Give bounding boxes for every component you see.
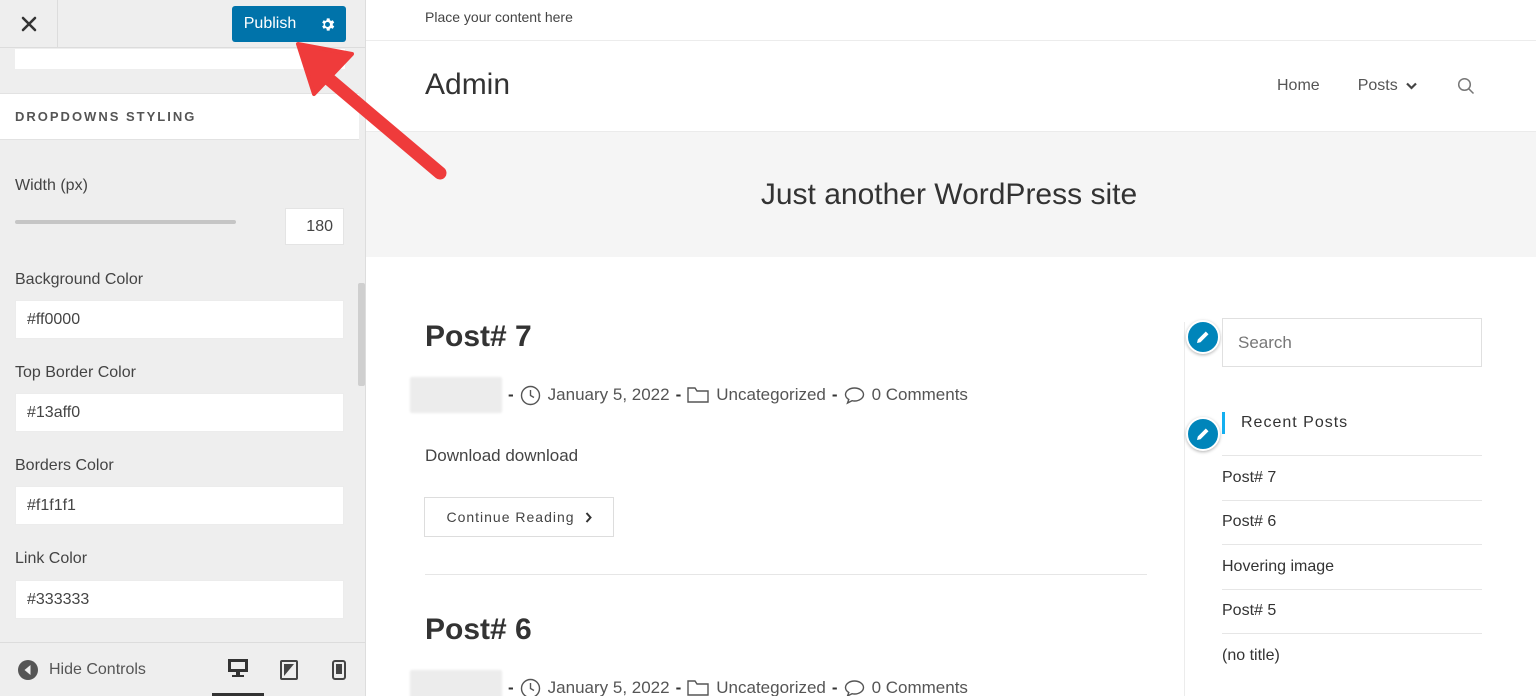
hide-controls-button[interactable]: Hide Controls: [17, 643, 146, 696]
width-number-input[interactable]: 180: [285, 208, 344, 245]
continue-reading-button[interactable]: Continue Reading: [424, 497, 614, 537]
post-category[interactable]: Uncategorized: [687, 678, 826, 696]
site-tagline: Just another WordPress site: [760, 177, 1138, 211]
top-border-color-input[interactable]: #13aff0: [15, 393, 344, 432]
comment-icon: [844, 679, 864, 696]
close-customizer-button[interactable]: [0, 0, 58, 48]
post-category[interactable]: Uncategorized: [687, 385, 826, 405]
list-item[interactable]: Hovering image: [1222, 544, 1482, 589]
desktop-preview-button[interactable]: [212, 643, 264, 696]
post-comments[interactable]: 0 Comments: [844, 385, 968, 405]
post-title[interactable]: Post# 7: [425, 320, 532, 354]
author-blurred: [410, 670, 502, 696]
clock-icon: [520, 678, 540, 696]
edit-shortcut-recent-posts[interactable]: [1186, 417, 1220, 451]
nav-search-toggle[interactable]: [1457, 77, 1475, 95]
nav-home[interactable]: Home: [1277, 77, 1320, 95]
list-item[interactable]: Post# 5: [1222, 588, 1482, 634]
publish-settings-button[interactable]: [308, 6, 346, 42]
width-slider[interactable]: [15, 220, 236, 224]
collapse-arrow-icon: [18, 660, 38, 680]
close-icon: [21, 16, 36, 32]
borders-color-label: Borders Color: [15, 457, 114, 474]
recent-posts-title: Recent Posts: [1222, 412, 1348, 434]
borders-color-input[interactable]: #f1f1f1: [15, 486, 344, 525]
post-date: January 5, 2022: [520, 678, 670, 696]
site-preview: Place your content here Admin Home Posts…: [366, 0, 1536, 696]
width-label: Width (px): [15, 177, 88, 194]
gear-icon: [321, 17, 334, 31]
post-comments[interactable]: 0 Comments: [844, 678, 968, 696]
pencil-icon: [1197, 428, 1209, 440]
comment-icon: [844, 386, 864, 404]
clock-icon: [520, 385, 540, 405]
top-bar-message: Place your content here: [425, 9, 573, 25]
nav-posts-label: Posts: [1357, 77, 1398, 94]
list-item[interactable]: (no title): [1222, 633, 1482, 678]
list-item[interactable]: Post# 6: [1222, 499, 1482, 545]
folder-icon: [687, 680, 709, 696]
sidebar-scrollbar[interactable]: [358, 283, 365, 386]
sidebar-divider: [1184, 322, 1185, 696]
top-border-color-label: Top Border Color: [15, 364, 136, 381]
publish-button[interactable]: Publish: [232, 6, 308, 42]
nav-posts[interactable]: Posts: [1358, 77, 1417, 95]
annotation-arrow: [296, 42, 447, 180]
publish-group: Publish: [232, 6, 346, 42]
sidebar-search-input[interactable]: [1222, 318, 1482, 367]
post-date: January 5, 2022: [520, 385, 670, 406]
author-blurred: [410, 377, 502, 413]
post-title[interactable]: Post# 6: [425, 613, 532, 647]
chevron-down-icon: [1405, 82, 1417, 90]
top-bar-divider: [366, 40, 1536, 41]
customizer-footer: Hide Controls: [0, 642, 365, 696]
recent-posts-list: Post# 7 Post# 6 Hovering image Post# 5 (…: [1222, 455, 1482, 678]
mobile-icon: [332, 660, 346, 680]
list-item[interactable]: Post# 7: [1222, 455, 1482, 500]
main-menu: Home Posts: [1277, 77, 1475, 95]
post-excerpt: Download download: [425, 446, 579, 465]
post-divider: [425, 574, 1147, 575]
tablet-icon: [280, 660, 298, 680]
hide-controls-label: Hide Controls: [49, 661, 146, 678]
background-color-input[interactable]: #ff0000: [15, 300, 344, 339]
background-color-label: Background Color: [15, 271, 144, 288]
post-meta: - January 5, 2022 - Uncategorized - 0 Co…: [410, 669, 968, 696]
post-meta: - January 5, 2022 - Uncategorized - 0 Co…: [410, 376, 968, 414]
chevron-right-icon: [585, 511, 592, 523]
edit-shortcut-search[interactable]: [1186, 320, 1220, 354]
link-color-input[interactable]: #333333: [15, 580, 344, 619]
pencil-icon: [1197, 331, 1209, 343]
desktop-icon: [228, 659, 248, 677]
link-color-label: Link Color: [15, 550, 88, 567]
search-icon: [1457, 77, 1474, 95]
mobile-preview-button[interactable]: [313, 643, 365, 696]
tablet-preview-button[interactable]: [263, 643, 315, 696]
page-header: Just another WordPress site: [366, 131, 1536, 257]
folder-icon: [687, 387, 709, 403]
